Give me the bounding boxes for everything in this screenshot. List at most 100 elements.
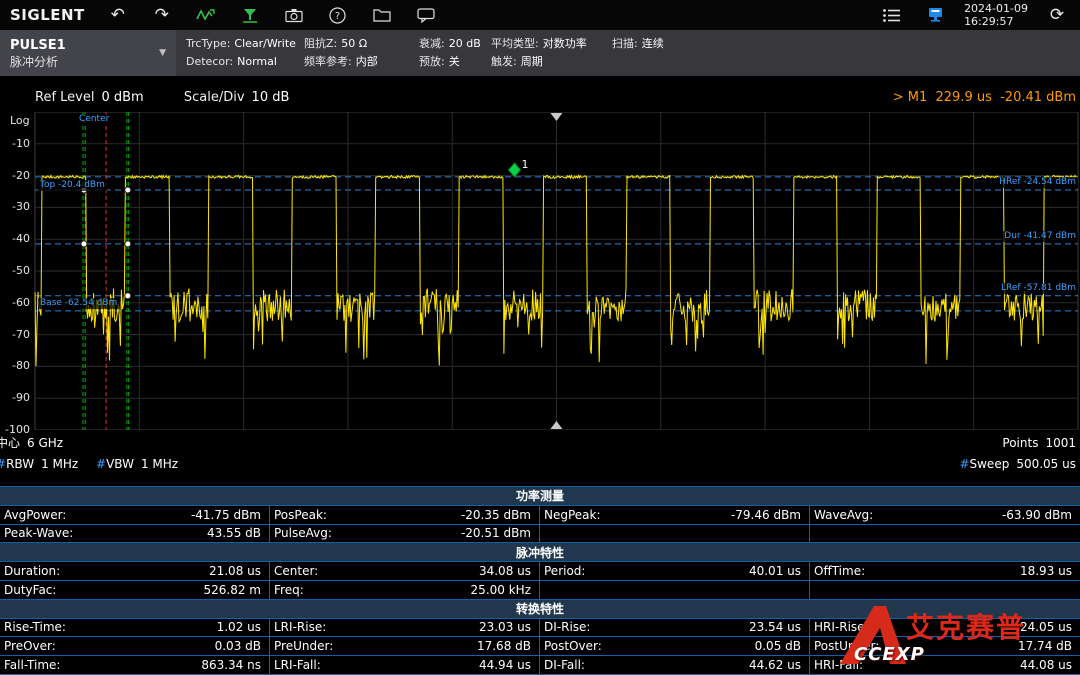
measurement-value: 24.05 us (1020, 620, 1072, 634)
table-cell: PulseAvg: -20.51 dBm (270, 525, 540, 543)
date-text: 2024-01-09 (964, 2, 1028, 15)
y-axis-tick: -60 (0, 296, 30, 310)
redo-icon[interactable]: ↷ (147, 3, 177, 27)
datetime: 2024-01-09 16:29:57 (964, 2, 1028, 28)
measurement-value: 1.02 us (217, 620, 261, 634)
measurement-value: -20.51 dBm (461, 526, 531, 540)
settings-column: 平均类型:对数功率触发:周期 (491, 35, 587, 71)
measurement-value: 23.03 us (479, 620, 531, 634)
measurement-value: -63.90 dBm (1002, 508, 1072, 522)
folder-icon[interactable] (367, 3, 397, 27)
refline-label-dur: Dur -41.47 dBm (1002, 231, 1078, 242)
measurement-value: 44.94 us (479, 658, 531, 672)
measurement-value: 43.55 dB (207, 526, 261, 540)
vbw-readout[interactable]: #VBW1 MHz (96, 456, 178, 473)
table-cell: Period:40.01 us (540, 562, 810, 580)
measurement-label: HRI-Fall: (814, 658, 863, 672)
y-axis-tick: -80 (0, 359, 30, 373)
refline-label-lref: LRef -57.81 dBm (999, 283, 1078, 294)
measurement-label: PosPeak: (274, 508, 327, 522)
table-cell: Peak-Wave:43.55 dB (0, 525, 270, 543)
measurement-value: 17.74 dB (1018, 639, 1072, 653)
table-cell: PreOver:0.03 dB (0, 637, 270, 655)
points-readout[interactable]: Points1001 (1002, 435, 1076, 452)
help-icon[interactable]: ? (323, 3, 353, 27)
measurement-value: 18.93 us (1020, 564, 1072, 578)
table-cell (540, 525, 810, 543)
table-cell: Duration:21.08 us (0, 562, 270, 580)
remote-device-icon[interactable] (920, 3, 950, 27)
measurement-value: 526.82 m (204, 583, 262, 597)
settings-column: 扫描:连续 (612, 35, 664, 53)
camera-icon[interactable] (279, 3, 309, 27)
sweep-readout[interactable]: #Sweep500.05 us (959, 456, 1076, 473)
measurement-value: 863.34 ns (201, 658, 261, 672)
mode-selector[interactable]: PULSE1 脉冲分析 ▼ (0, 30, 176, 76)
table-cell (810, 581, 1080, 599)
mode-title: PULSE1 (10, 37, 159, 54)
measurement-label: NegPeak: (544, 508, 601, 522)
y-axis-tick: -50 (0, 264, 30, 278)
message-icon[interactable] (411, 3, 441, 27)
measurement-value: -20.35 dBm (461, 508, 531, 522)
y-axis-tick: -40 (0, 232, 30, 246)
table-row: Fall-Time: 863.34 ns LRI-Fall: 44.94 us DI-F… (0, 656, 1080, 675)
table-section-title: 转换特性 (0, 600, 1080, 619)
table-row: PreOver:0.03 dBPreUnder:17.68 dB PostOver… (0, 637, 1080, 656)
measurement-label: PostUnder: (814, 639, 879, 653)
measurement-value: -79.46 dBm (731, 508, 801, 522)
measurement-label: PostOver: (544, 639, 602, 653)
table-cell: HRI-Rise: 24.05 us (810, 619, 1080, 637)
setting-item: 触发:周期 (491, 53, 587, 71)
spectrum-plot[interactable]: 1 Log -10-20-30-40-50-60-70-80-90-100Top… (0, 112, 1080, 430)
table-cell: AvgPower:-41.75 dBm (0, 506, 270, 524)
trace-canvas[interactable]: 1 (0, 112, 1080, 430)
gate-center-label: Center (77, 114, 111, 125)
setting-item: 衰减:20 dB (419, 35, 481, 53)
settings-column: TrcType:Clear/WriteDetecor:Normal (186, 35, 296, 71)
measurement-label: AvgPower: (4, 508, 66, 522)
y-axis-tick: -70 (0, 328, 30, 342)
detector-icon[interactable] (235, 3, 265, 27)
measurement-label: Period: (544, 564, 585, 578)
measurement-value: 0.05 dB (755, 639, 801, 653)
undo-icon[interactable]: ↶ (103, 3, 133, 27)
history-icon[interactable]: ⟳ (1042, 3, 1072, 27)
table-section-title: 功率测量 (0, 487, 1080, 506)
measurement-tables: 功率测量AvgPower:-41.75 dBm PosPeak: -20.35 dB… (0, 486, 1080, 675)
measurement-label: LRI-Fall: (274, 658, 321, 672)
table-cell: NegPeak: -79.46 dBm (540, 506, 810, 524)
measurement-label: DutyFac: (4, 583, 56, 597)
table-cell: PreUnder:17.68 dB (270, 637, 540, 655)
mode-subtitle: 脉冲分析 (10, 54, 159, 70)
settings-column: 阻抗Z:50 Ω频率参考:内部 (304, 35, 378, 71)
measurement-value: 21.08 us (209, 564, 261, 578)
table-row: Peak-Wave:43.55 dB PulseAvg: -20.51 dBm (0, 525, 1080, 544)
marker-diamond[interactable]: 1 (509, 158, 529, 177)
measurement-label: HRI-Rise: (814, 620, 869, 634)
svg-text:?: ? (335, 11, 340, 22)
measurement-label: DI-Fall: (544, 658, 585, 672)
measurement-label: Fall-Time: (4, 658, 60, 672)
trace-icon[interactable] (191, 3, 221, 27)
measurement-label: Center: (274, 564, 318, 578)
table-cell: Rise-Time: 1.02 us (0, 619, 270, 637)
y-axis-tick: -90 (0, 391, 30, 405)
measurement-label: Rise-Time: (4, 620, 66, 634)
measurement-label: PulseAvg: (274, 526, 332, 540)
center-frequency-readout[interactable]: 中心6 GHz (0, 435, 63, 452)
measurement-value: 44.08 us (1020, 658, 1072, 672)
scale-div-readout[interactable]: Scale/Div10 dB (184, 90, 290, 105)
chart-header: Ref Level0 dBm Scale/Div10 dB > M1 229.9… (0, 86, 1080, 110)
settings-column: 衰减:20 dB预放:关 (419, 35, 481, 71)
setting-item: 平均类型:对数功率 (491, 35, 587, 53)
measurement-value: 44.62 us (749, 658, 801, 672)
table-row: DutyFac:526.82 mFreq:25.00 kHz (0, 581, 1080, 600)
setting-item: 阻抗Z:50 Ω (304, 35, 378, 53)
ref-level-readout[interactable]: Ref Level0 dBm (35, 90, 144, 105)
table-cell (540, 581, 810, 599)
menu-list-icon[interactable] (876, 3, 906, 27)
table-cell: DutyFac: 526.82 m (0, 581, 270, 599)
rbw-readout[interactable]: #RBW1 MHz (0, 456, 78, 473)
setting-item: TrcType:Clear/Write (186, 35, 296, 53)
